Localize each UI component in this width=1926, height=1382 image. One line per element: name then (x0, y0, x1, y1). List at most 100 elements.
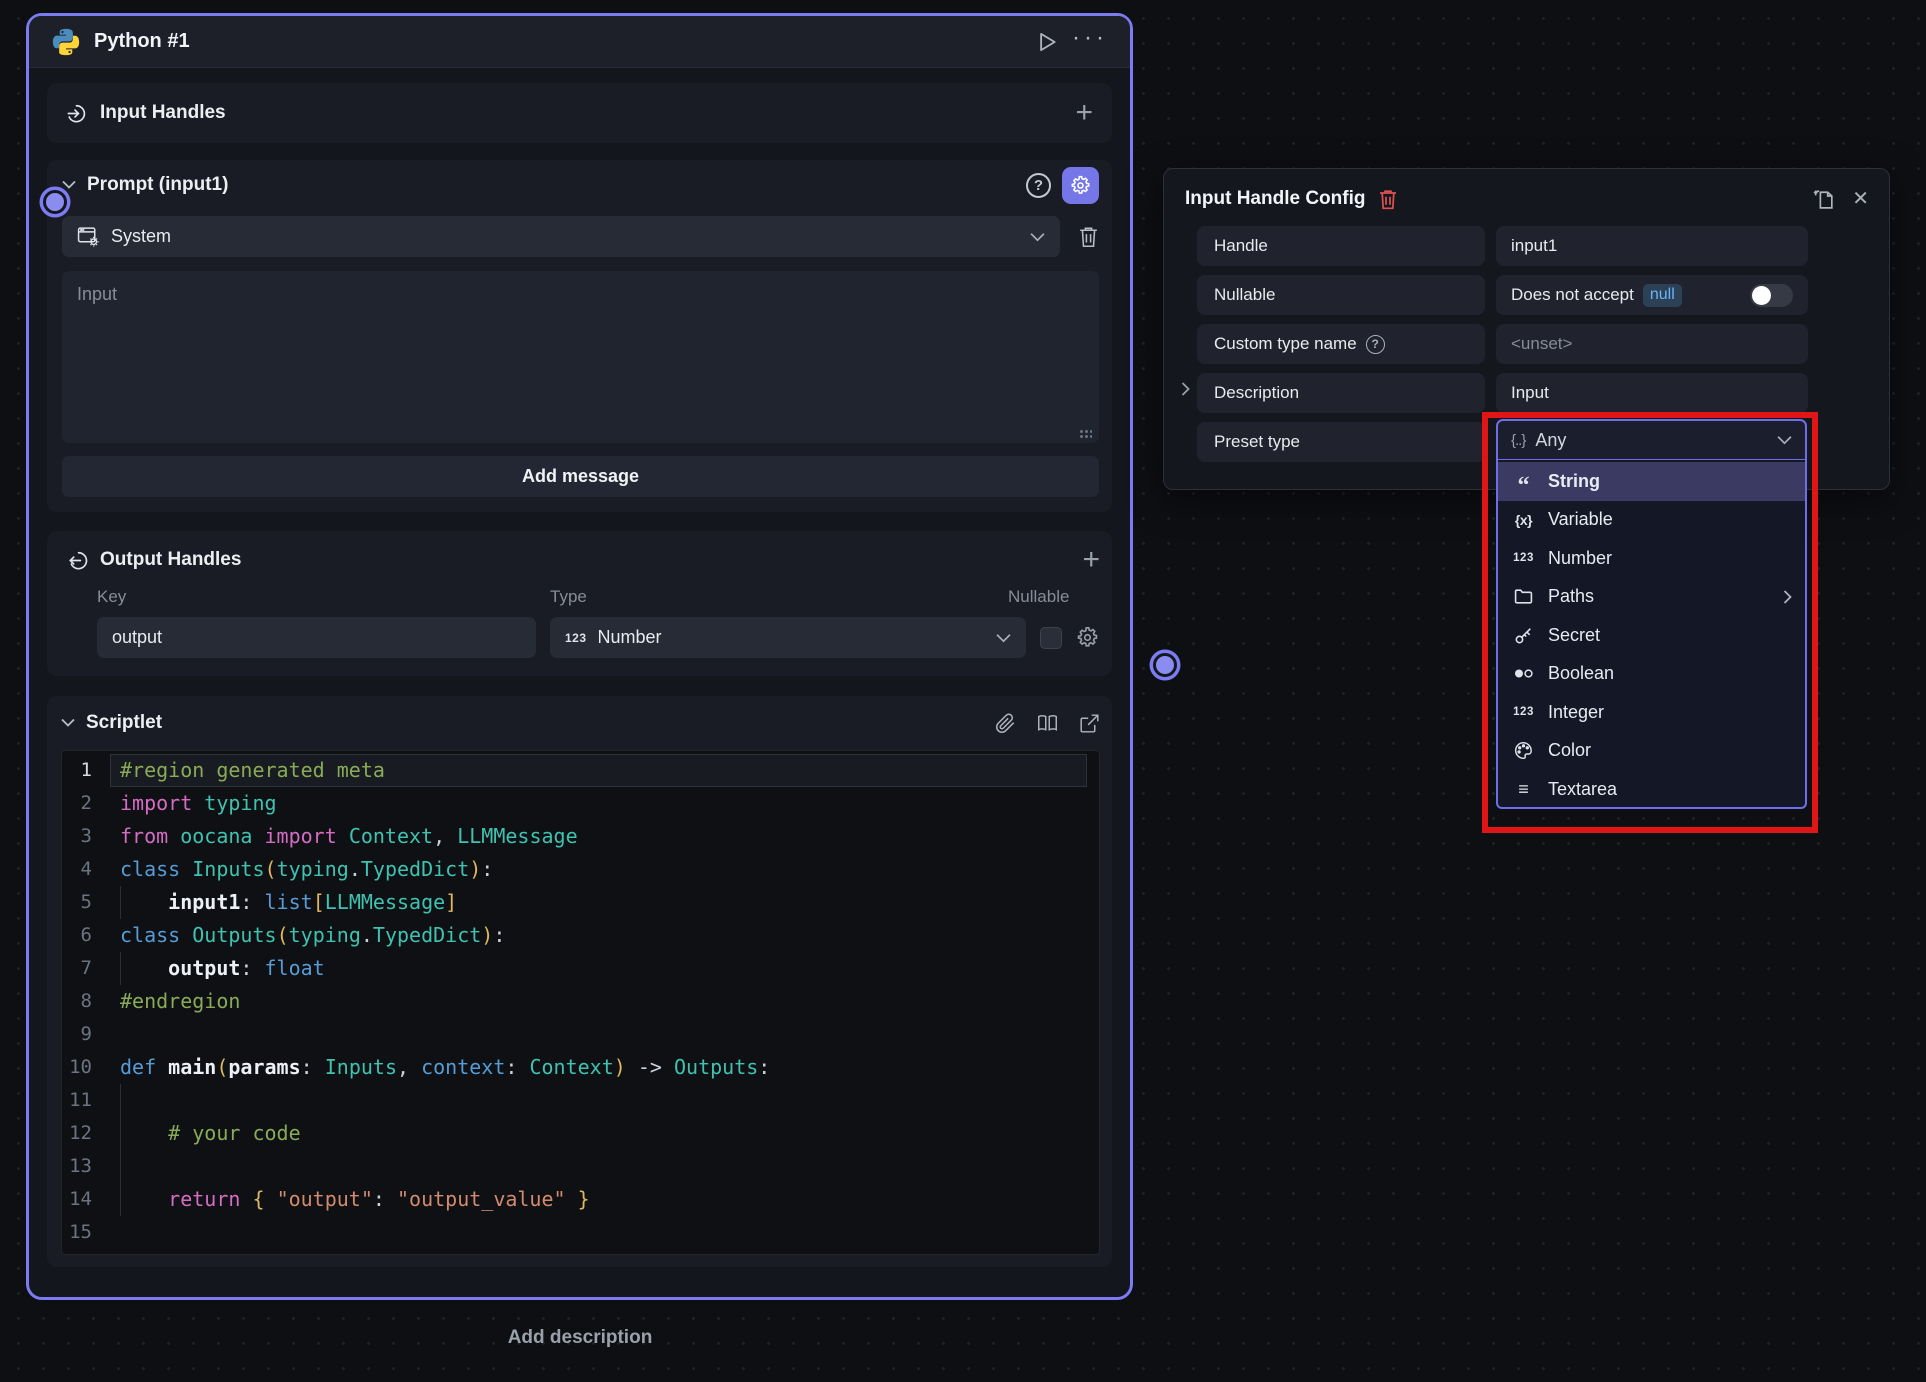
output-connection-handle[interactable] (1153, 653, 1177, 677)
code-line-4[interactable]: 4class Inputs(typing.TypedDict): (62, 853, 1099, 886)
number-icon: 123 (1511, 706, 1536, 718)
preset-type-options-list: “String{x}Variable123Number Paths Secret Bo… (1496, 460, 1807, 809)
preset-type-combobox[interactable]: {..} Any (1496, 419, 1807, 460)
window-gear-icon (77, 226, 100, 247)
code-line-3[interactable]: 3from oocana import Context, LLMMessage (62, 820, 1099, 853)
code-line-1[interactable]: 1#region generated meta (62, 754, 1099, 787)
delete-handle-button[interactable] (1378, 188, 1398, 210)
code-line-15[interactable]: 15 (62, 1216, 1099, 1249)
description-label-cell: Description (1197, 373, 1485, 413)
chevron-down-icon (61, 714, 75, 732)
line-number: 11 (62, 1084, 110, 1117)
toggle-icon (1511, 668, 1536, 679)
custom-type-row: Custom type name ? <unset> (1197, 324, 1869, 364)
code-line-9[interactable]: 9 (62, 1018, 1099, 1051)
nullable-value-field: Does not accept null (1496, 275, 1808, 315)
output-handles-header[interactable]: Output Handles + (66, 537, 1100, 583)
open-external-icon[interactable] (1079, 713, 1100, 734)
code-lines: 1#region generated meta2import typing3fr… (62, 754, 1099, 1249)
lines-icon: ≡ (1511, 779, 1536, 800)
scriptlet-title: Scriptlet (86, 712, 162, 734)
resize-handle[interactable] (1079, 429, 1092, 438)
node-header[interactable]: Python #1 ··· (29, 16, 1130, 68)
delete-message-button[interactable] (1078, 225, 1099, 248)
dropdown-option-integer[interactable]: 123Integer (1498, 693, 1805, 732)
description-value-field[interactable]: Input (1496, 373, 1808, 413)
code-line-6[interactable]: 6class Outputs(typing.TypedDict): (62, 919, 1099, 952)
code-line-11[interactable]: 11 (62, 1084, 1099, 1117)
attach-file-icon[interactable] (995, 713, 1016, 734)
column-header-type: Type (550, 587, 1008, 607)
dropdown-option-variable[interactable]: {x}Variable (1498, 501, 1805, 540)
code-line-5[interactable]: 5 input1: list[LLMMessage] (62, 886, 1099, 919)
chevron-down-icon (996, 633, 1011, 643)
dropdown-option-label: Paths (1548, 586, 1594, 607)
scriptlet-header[interactable]: Scriptlet (61, 700, 1100, 746)
dropdown-option-label: Color (1548, 740, 1591, 761)
dropdown-option-label: Boolean (1548, 663, 1614, 684)
add-output-handle-button[interactable]: + (1082, 550, 1100, 570)
python-node: Python #1 ··· Input Handles + (26, 13, 1133, 1300)
dropdown-option-paths[interactable]: Paths (1498, 578, 1805, 617)
output-type-select[interactable]: 123 Number (550, 617, 1026, 658)
code-line-12[interactable]: 12 # your code (62, 1117, 1099, 1150)
nullable-toggle[interactable] (1750, 284, 1793, 307)
prompt-header[interactable]: Prompt (input1) ? (62, 162, 1099, 208)
code-line-14[interactable]: 14 return { "output": "output_value" } (62, 1183, 1099, 1216)
prompt-settings-button[interactable] (1062, 167, 1099, 204)
line-number: 10 (62, 1051, 110, 1084)
add-input-handle-button[interactable]: + (1075, 103, 1093, 123)
line-number: 9 (62, 1018, 110, 1051)
dropdown-option-boolean[interactable]: Boolean (1498, 655, 1805, 694)
output-handles-icon (66, 549, 89, 572)
output-settings-gear-icon[interactable] (1076, 626, 1099, 649)
dropdown-option-string[interactable]: “String (1498, 462, 1805, 501)
input-connection-handle[interactable] (43, 190, 67, 214)
number-type-icon: 123 (565, 631, 587, 645)
message-role-value: System (111, 226, 171, 247)
duplicate-export-icon[interactable] (1811, 186, 1836, 211)
handle-value-field[interactable]: input1 (1496, 226, 1808, 266)
output-type-value: Number (598, 627, 662, 648)
chevron-down-icon (62, 176, 76, 194)
chevron-right-icon (1783, 590, 1792, 604)
message-role-select[interactable]: System (62, 216, 1060, 257)
input-handles-title: Input Handles (100, 102, 226, 124)
code-line-10[interactable]: 10def main(params: Inputs, context: Cont… (62, 1051, 1099, 1084)
palette-icon (1511, 741, 1536, 760)
dropdown-option-textarea[interactable]: ≡Textarea (1498, 770, 1805, 809)
chevron-down-icon (1030, 232, 1045, 242)
code-editor[interactable]: 1#region generated meta2import typing3fr… (61, 750, 1100, 1255)
key-icon (1511, 626, 1536, 645)
close-icon[interactable]: ✕ (1852, 186, 1869, 211)
prompt-textarea[interactable]: Input (62, 271, 1099, 443)
add-description-button[interactable]: Add description (508, 1327, 653, 1349)
help-icon[interactable]: ? (1366, 335, 1385, 354)
code-line-7[interactable]: 7 output: float (62, 952, 1099, 985)
flow-canvas[interactable]: Python #1 ··· Input Handles + (0, 0, 1926, 1382)
dropdown-option-color[interactable]: Color (1498, 732, 1805, 771)
expand-description-chevron[interactable] (1181, 382, 1190, 401)
variable-icon: {x} (1511, 512, 1536, 528)
more-options-button[interactable]: ··· (1072, 33, 1108, 51)
code-line-2[interactable]: 2import typing (62, 787, 1099, 820)
dropdown-option-label: Secret (1548, 625, 1600, 646)
line-number: 8 (62, 985, 110, 1018)
dropdown-option-number[interactable]: 123Number (1498, 539, 1805, 578)
code-line-13[interactable]: 13 (62, 1150, 1099, 1183)
input-handles-icon (66, 102, 89, 125)
code-line-8[interactable]: 8#endregion (62, 985, 1099, 1018)
input-handles-section[interactable]: Input Handles + (47, 83, 1112, 143)
quote-icon: “ (1511, 471, 1536, 491)
run-button[interactable] (1033, 29, 1059, 55)
prompt-placeholder: Input (77, 284, 117, 304)
help-icon[interactable]: ? (1026, 173, 1051, 198)
handle-row: Handle input1 (1197, 226, 1869, 266)
nullable-checkbox[interactable] (1040, 627, 1062, 649)
custom-type-value-field[interactable]: <unset> (1496, 324, 1808, 364)
add-message-button[interactable]: Add message (62, 456, 1099, 497)
docs-book-icon[interactable] (1036, 713, 1059, 734)
output-key-input[interactable] (97, 617, 536, 658)
dropdown-option-secret[interactable]: Secret (1498, 616, 1805, 655)
output-handles-title: Output Handles (100, 549, 241, 571)
